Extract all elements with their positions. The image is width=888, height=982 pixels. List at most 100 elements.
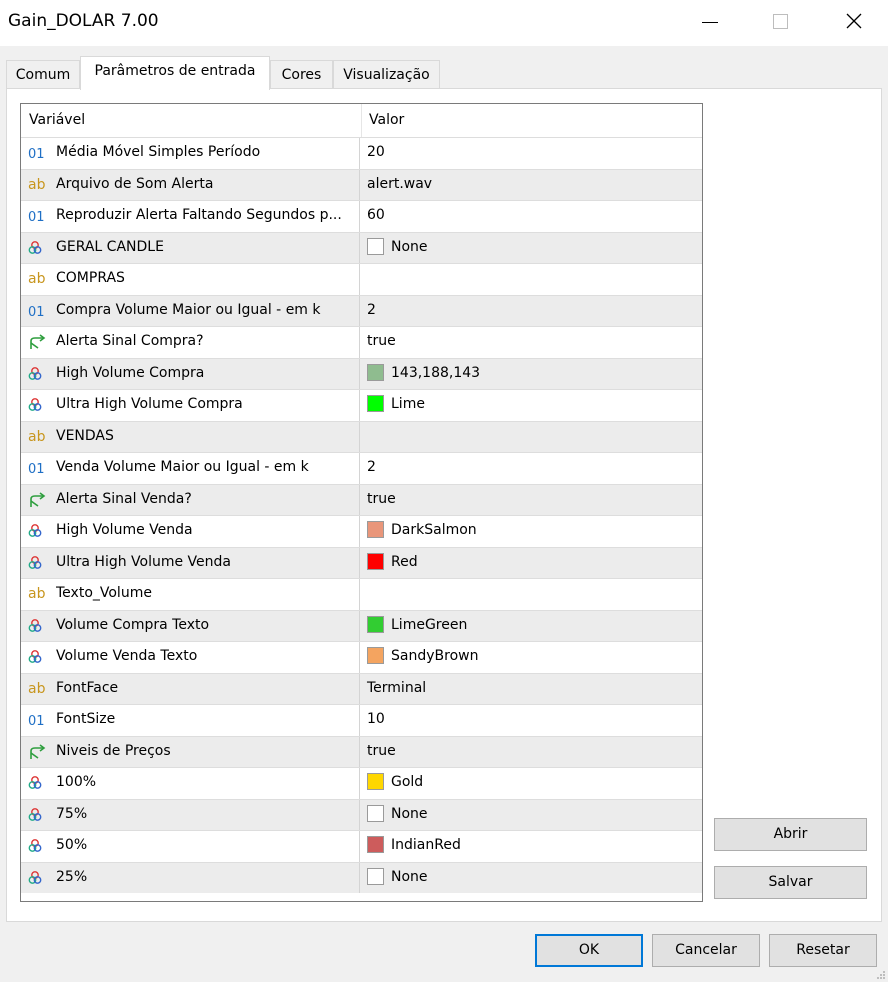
color-swatch[interactable] [367, 647, 384, 664]
parameter-value[interactable]: true [367, 333, 396, 349]
value-cell[interactable]: Lime [361, 390, 702, 421]
value-cell[interactable]: None [361, 800, 702, 831]
ok-button[interactable]: OK [535, 934, 643, 967]
value-cell[interactable]: 60 [361, 201, 702, 232]
parameter-value[interactable]: DarkSalmon [391, 522, 477, 538]
color-swatch[interactable] [367, 521, 384, 538]
table-row-geral-candle[interactable]: GERAL CANDLE None [21, 231, 702, 264]
value-cell[interactable]: LimeGreen [361, 611, 702, 642]
tab-parametros-de-entrada[interactable]: Parâmetros de entrada [80, 56, 270, 90]
table-row-75[interactable]: 75% None [21, 798, 702, 831]
save-button[interactable]: Salvar [714, 866, 867, 899]
variable-cell: High Volume Compra [21, 358, 360, 389]
table-row-alerta-sinal-venda[interactable]: Alerta Sinal Venda? true [21, 483, 702, 516]
parameter-value[interactable]: LimeGreen [391, 617, 467, 633]
value-cell[interactable]: true [361, 485, 702, 516]
table-row-high-volume-venda[interactable]: High Volume Venda DarkSalmon [21, 515, 702, 547]
parameter-value[interactable]: alert.wav [367, 176, 432, 192]
parameter-value[interactable]: 2 [367, 302, 376, 318]
value-cell[interactable]: true [361, 327, 702, 358]
parameter-value[interactable]: 143,188,143 [391, 365, 480, 381]
parameter-value[interactable]: true [367, 491, 396, 507]
parameter-value[interactable]: None [391, 239, 428, 255]
table-row-vendas[interactable]: ab VENDAS [21, 420, 702, 453]
table-row-volume-compra-texto[interactable]: Volume Compra Texto LimeGreen [21, 609, 702, 642]
table-row-ultra-high-volume-venda[interactable]: Ultra High Volume Venda Red [21, 546, 702, 579]
color-swatch[interactable] [367, 237, 384, 255]
column-header-variable[interactable]: Variável [21, 104, 362, 137]
cancel-button[interactable]: Cancelar [652, 934, 760, 967]
color-swatch[interactable] [367, 804, 384, 822]
value-cell[interactable]: 10 [361, 705, 702, 736]
color-swatch[interactable] [367, 773, 384, 790]
parameter-value[interactable]: Terminal [367, 680, 426, 696]
maximize-icon[interactable] [757, 0, 803, 46]
table-row-compras[interactable]: ab COMPRAS [21, 263, 702, 295]
parameters-grid[interactable]: Variável Valor 01 Média Móvel Simples Per… [20, 103, 703, 902]
parameter-value[interactable]: 60 [367, 207, 385, 223]
table-row-media-movel-simples-periodo[interactable]: 01 Média Móvel Simples Período 20 [21, 137, 702, 169]
value-cell[interactable]: true [361, 737, 702, 768]
value-cell[interactable]: Red [361, 548, 702, 579]
table-row-high-volume-compra[interactable]: High Volume Compra 143,188,143 [21, 357, 702, 390]
table-row-fontsize[interactable]: 01 FontSize 10 [21, 704, 702, 736]
parameter-value[interactable]: None [391, 869, 428, 885]
tab-visualizacao[interactable]: Visualização [333, 60, 440, 88]
value-cell[interactable]: None [361, 233, 702, 264]
parameter-value[interactable]: Red [391, 554, 418, 570]
parameter-value[interactable]: None [391, 806, 428, 822]
value-cell[interactable] [361, 264, 702, 295]
color-swatch[interactable] [367, 552, 384, 570]
table-row-fontface[interactable]: ab FontFace Terminal [21, 672, 702, 705]
parameter-value[interactable]: IndianRed [391, 837, 461, 853]
value-cell[interactable]: IndianRed [361, 831, 702, 862]
value-cell[interactable]: 2 [361, 296, 702, 327]
parameter-value[interactable]: true [367, 743, 396, 759]
value-cell[interactable]: 143,188,143 [361, 359, 702, 390]
parameter-value[interactable]: Lime [391, 396, 425, 412]
table-row-25[interactable]: 25% None [21, 861, 702, 894]
minimize-icon[interactable] [686, 0, 732, 46]
value-cell[interactable]: SandyBrown [361, 642, 702, 673]
value-cell[interactable] [361, 422, 702, 453]
table-row-100[interactable]: 100% Gold [21, 767, 702, 799]
table-row-volume-venda-texto[interactable]: Volume Venda Texto SandyBrown [21, 641, 702, 673]
table-row-texto-volume[interactable]: ab Texto_Volume [21, 578, 702, 610]
color-icon [28, 807, 48, 823]
table-row-compra-volume-maior-ou-igual-em-k[interactable]: 01 Compra Volume Maior ou Igual - em k 2 [21, 294, 702, 327]
string-icon: ab [28, 586, 48, 602]
svg-text:01: 01 [28, 210, 45, 224]
value-cell[interactable]: Gold [361, 768, 702, 799]
table-row-niveis-de-precos[interactable]: Niveis de Preços true [21, 735, 702, 768]
table-row-reproduzir-alerta-faltando-segundos-p[interactable]: 01 Reproduzir Alerta Faltando Segundos p.… [21, 200, 702, 232]
close-icon[interactable] [831, 0, 877, 46]
table-row-ultra-high-volume-compra[interactable]: Ultra High Volume Compra Lime [21, 389, 702, 421]
value-cell[interactable]: alert.wav [361, 170, 702, 201]
open-button[interactable]: Abrir [714, 818, 867, 851]
value-cell[interactable]: 2 [361, 453, 702, 484]
tab-cores[interactable]: Cores [270, 60, 333, 88]
column-header-value[interactable]: Valor [361, 104, 702, 137]
value-cell[interactable]: None [361, 863, 702, 894]
color-swatch[interactable] [367, 836, 384, 853]
color-swatch[interactable] [367, 615, 384, 633]
table-row-venda-volume-maior-ou-igual-em-k[interactable]: 01 Venda Volume Maior ou Igual - em k 2 [21, 452, 702, 484]
value-cell[interactable] [361, 579, 702, 610]
reset-button[interactable]: Resetar [769, 934, 877, 967]
parameter-value[interactable]: SandyBrown [391, 648, 478, 664]
parameter-value[interactable]: 2 [367, 459, 376, 475]
parameter-value[interactable]: 10 [367, 711, 385, 727]
tab-comum[interactable]: Comum [6, 60, 80, 88]
table-row-50[interactable]: 50% IndianRed [21, 830, 702, 862]
table-row-alerta-sinal-compra[interactable]: Alerta Sinal Compra? true [21, 326, 702, 358]
color-swatch[interactable] [367, 363, 384, 381]
resize-grip-icon[interactable] [876, 970, 886, 980]
color-swatch[interactable] [367, 867, 384, 885]
value-cell[interactable]: DarkSalmon [361, 516, 702, 547]
value-cell[interactable]: Terminal [361, 674, 702, 705]
table-row-arquivo-de-som-alerta[interactable]: ab Arquivo de Som Alerta alert.wav [21, 168, 702, 201]
parameter-value[interactable]: 20 [367, 144, 385, 160]
color-swatch[interactable] [367, 395, 384, 412]
parameter-value[interactable]: Gold [391, 774, 423, 790]
value-cell[interactable]: 20 [361, 138, 702, 169]
